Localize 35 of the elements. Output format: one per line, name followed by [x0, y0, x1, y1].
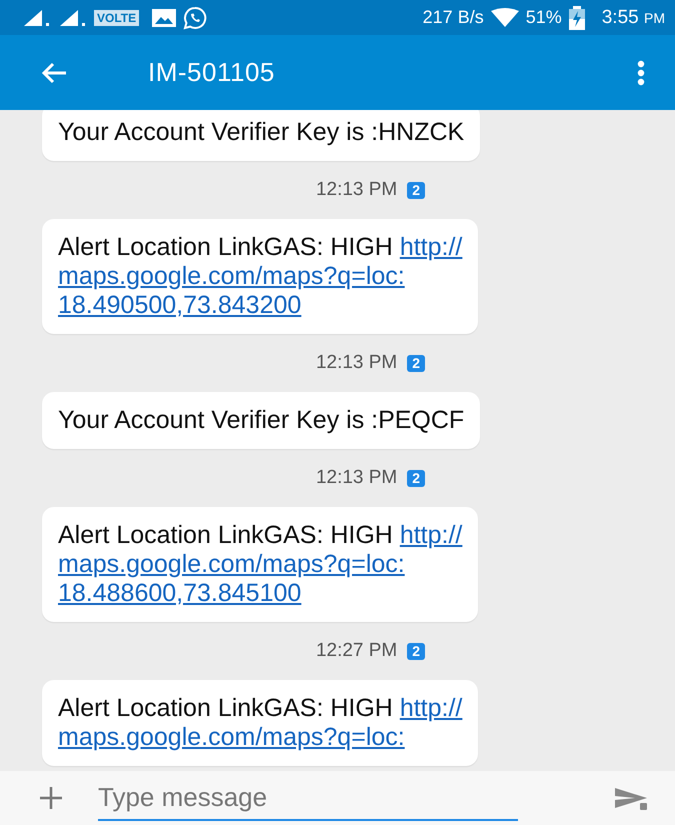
- message-input[interactable]: Type message: [98, 776, 518, 820]
- map-link[interactable]: 18.488600,73.845100: [58, 579, 302, 607]
- battery-charging-icon: [568, 6, 586, 30]
- map-link[interactable]: 18.490500,73.843200: [58, 291, 302, 319]
- conversation-title: IM-501105: [148, 57, 276, 88]
- message-text: Alert Location LinkGAS: HIGH: [58, 521, 393, 549]
- message-text: Alert Location LinkGAS: HIGH: [58, 694, 393, 722]
- message-composer[interactable]: Type message: [0, 771, 675, 825]
- network-badge: VOLTE: [94, 10, 140, 26]
- map-link[interactable]: maps.google.com/maps?q=loc:: [58, 550, 405, 578]
- image-icon: [151, 8, 178, 28]
- map-link[interactable]: http://: [400, 233, 462, 261]
- sim-badge: 2: [407, 642, 426, 660]
- message-text: Your Account Verifier Key is :PEQCF: [58, 406, 464, 434]
- message-time: 12:13 PM: [316, 352, 398, 374]
- battery-percent: 51%: [526, 7, 562, 28]
- map-link[interactable]: http://: [400, 694, 462, 722]
- map-link[interactable]: maps.google.com/maps?q=loc:: [58, 262, 405, 290]
- message-time: 12:27 PM: [316, 640, 398, 662]
- more-options-icon[interactable]: [637, 60, 645, 86]
- signal-icon: [22, 8, 52, 28]
- clock: 3:55 PM: [602, 6, 665, 28]
- chat-bubble-icon: [183, 6, 208, 30]
- data-speed: 217 B/s: [422, 7, 484, 28]
- wifi-icon: [490, 8, 520, 28]
- sim-badge: 2: [407, 470, 426, 486]
- message-text: Your Account Verifier Key is :HNZCK: [58, 118, 464, 146]
- signal-icon: [58, 8, 88, 28]
- message-text: Alert Location LinkGAS: HIGH: [58, 233, 393, 261]
- map-link[interactable]: http://: [400, 521, 462, 549]
- message-time: 12:13 PM: [316, 179, 398, 201]
- message-time: 12:13 PM: [316, 467, 398, 489]
- sim-badge: 2: [407, 182, 426, 198]
- sim-badge: 2: [407, 354, 426, 372]
- map-link[interactable]: maps.google.com/maps?q=loc:: [58, 723, 405, 751]
